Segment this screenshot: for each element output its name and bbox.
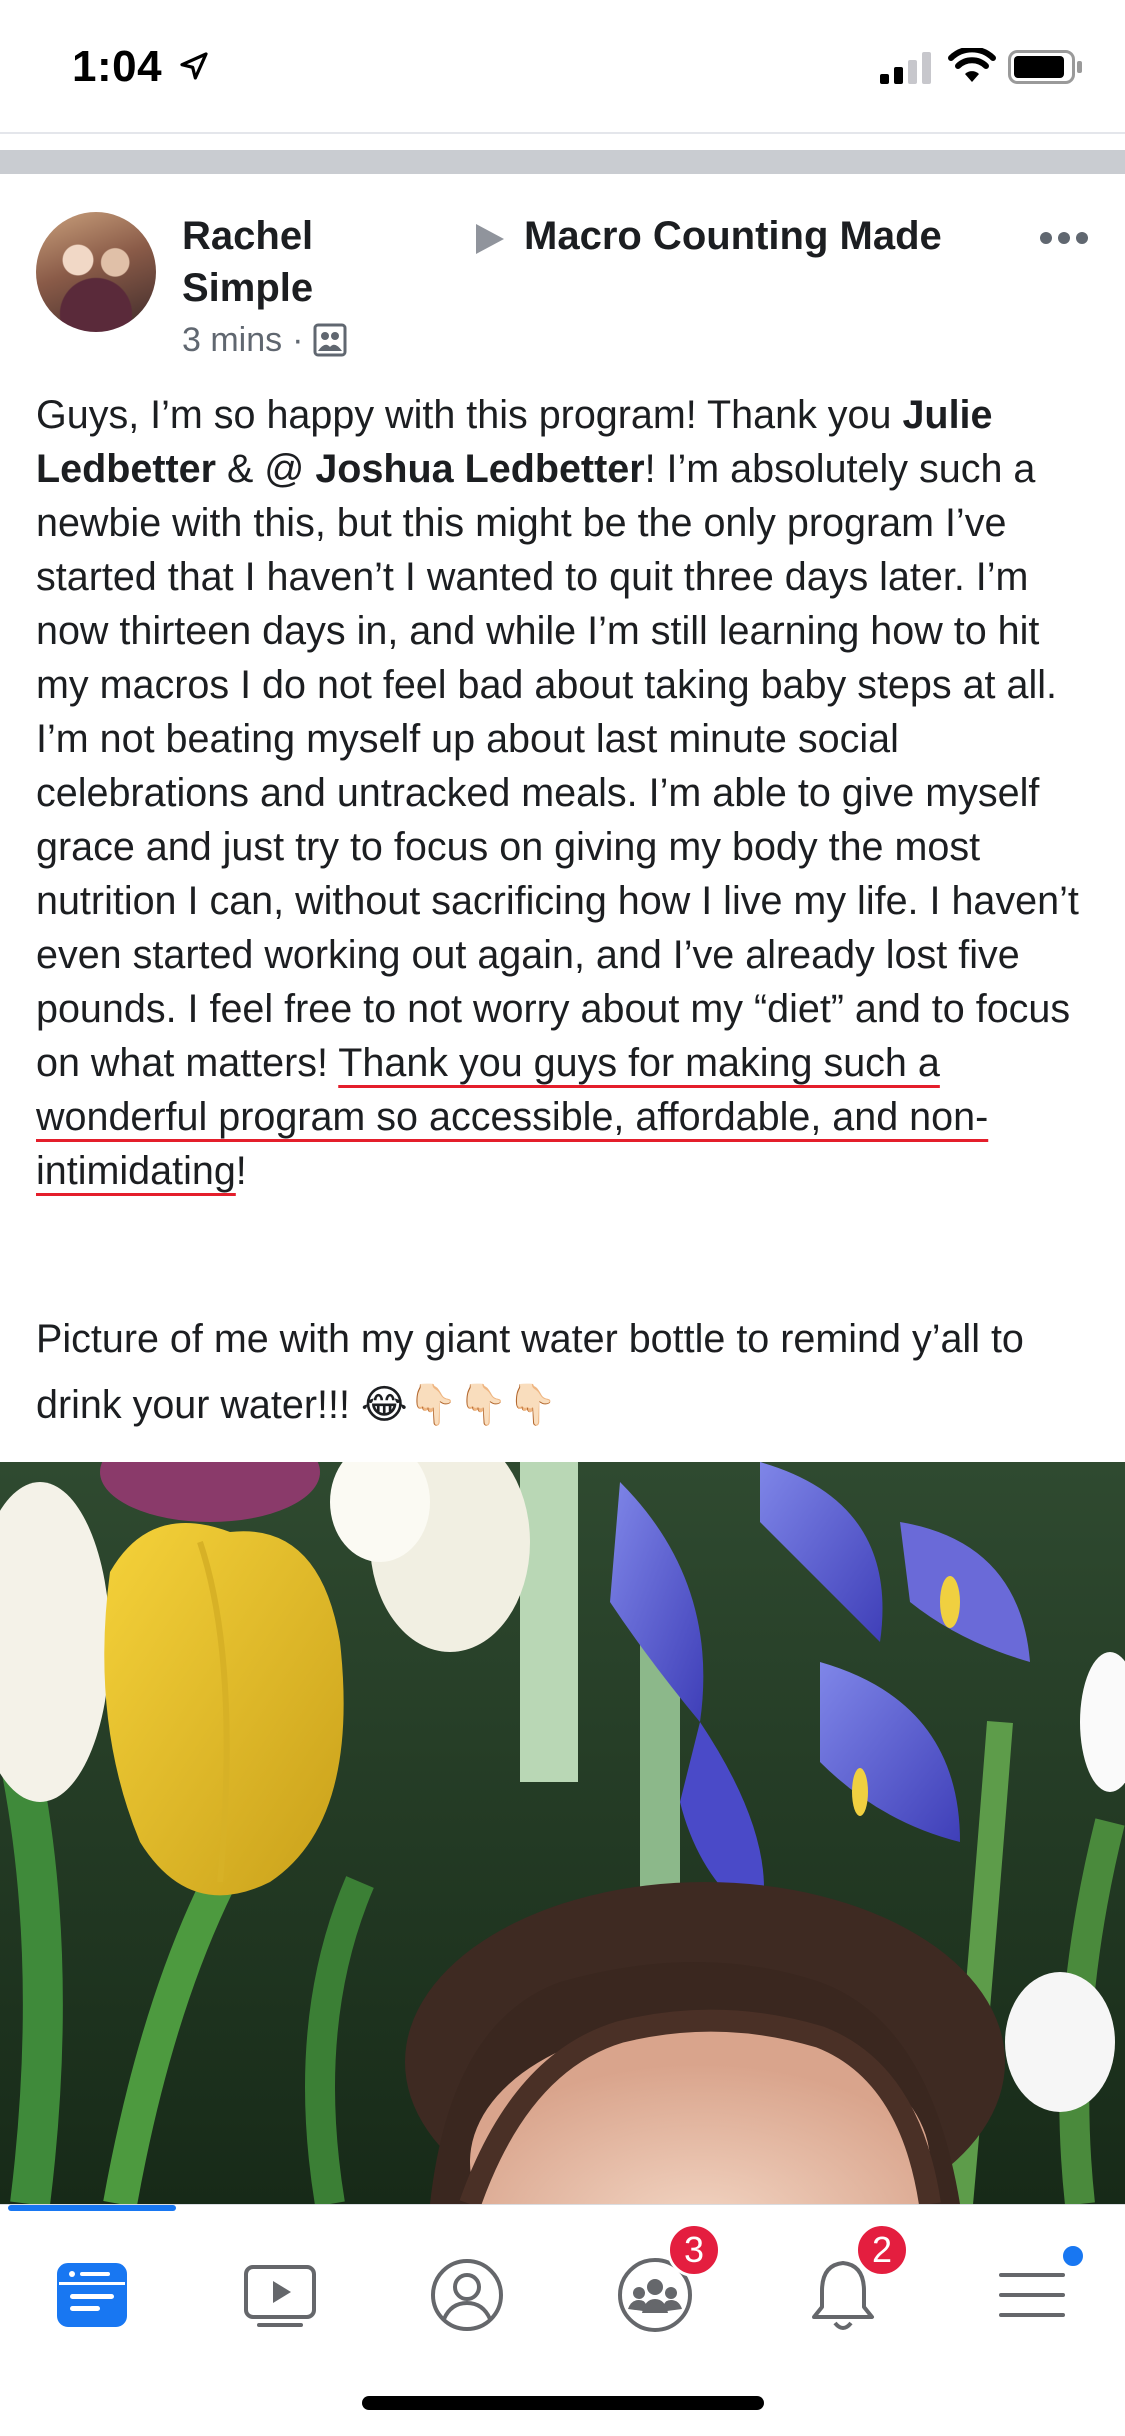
tab-notifications[interactable]: 2 [783,2223,909,2355]
post-body-text: Guys, I’m so happy with this program! Th… [36,388,1096,1198]
home-indicator[interactable] [362,2396,764,2410]
post-photo[interactable] [0,1462,1125,2204]
post-timestamp[interactable]: 3 mins [182,318,282,362]
body-text-4: ! [235,1149,247,1193]
groups-badge: 3 [667,2223,721,2277]
body-text-1: Guys, I’m so happy with this program! Th… [36,393,903,437]
tab-groups[interactable]: 3 [595,2223,721,2355]
status-bar: 1:04 [0,0,1125,132]
tab-menu[interactable] [972,2235,1092,2355]
active-tab-indicator [8,2205,176,2211]
post-body-text-2: Picture of me with my giant water bottle… [36,1306,1096,1438]
body-text-3: ! I’m absolutely such a newbie with this… [36,447,1079,1085]
mention-joshua[interactable]: Joshua Ledbetter [315,447,644,491]
wifi-icon [948,48,996,82]
more-options-icon[interactable] [1038,230,1090,246]
tab-news-feed[interactable] [32,2235,152,2355]
post-meta: 3 mins · [182,318,347,362]
notifications-badge: 2 [855,2223,909,2277]
group-name-continued[interactable]: Simple [182,266,313,310]
tab-watch[interactable] [220,2235,340,2355]
emoji-row: 😂👇🏻👇🏻👇🏻 [360,1382,558,1428]
meta-separator: · [292,321,304,359]
group-name[interactable]: Macro Counting Made [524,210,942,262]
tab-profile[interactable] [407,2235,527,2355]
author-first-name[interactable]: Rachel [182,214,313,258]
status-time: 1:04 [72,42,163,91]
author-name[interactable]: Rachel Simple [182,210,422,314]
posted-to-arrow-icon [476,224,504,254]
divider [0,132,1125,134]
body-text-2: & @ [215,447,316,491]
menu-notification-dot [1060,2243,1086,2269]
battery-icon [1008,50,1082,84]
group-audience-icon [313,323,347,357]
feed-separator [0,150,1125,174]
post-header: Rachel Simple Macro Counting Made 3 mins… [0,174,1125,374]
profile-icon [431,2259,503,2331]
avatar[interactable] [36,212,156,332]
cellular-signal-icon [880,52,931,84]
photo-illustration [0,1462,1125,2204]
menu-icon [999,2273,1065,2317]
location-arrow-icon [180,52,208,80]
news-feed-icon [57,2263,127,2327]
watch-video-icon [244,2265,316,2327]
